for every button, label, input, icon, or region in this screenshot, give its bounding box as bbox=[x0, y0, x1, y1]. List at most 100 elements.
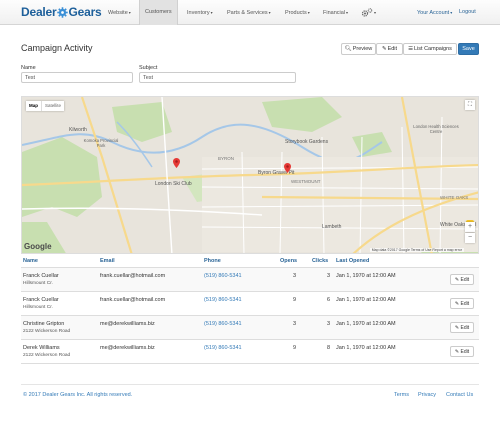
row-name: Derek Williams bbox=[23, 345, 60, 351]
footer-contact-link[interactable]: Contact Us bbox=[446, 392, 473, 398]
row-clicks: 6 bbox=[326, 297, 330, 303]
map-label-westmount: WESTMOUNT bbox=[291, 179, 321, 184]
map-canvas[interactable] bbox=[22, 97, 479, 254]
search-icon: 🔍︎ bbox=[344, 46, 352, 52]
caret-down-icon: ▾ bbox=[450, 10, 453, 15]
name-field[interactable]: Test bbox=[21, 72, 133, 83]
map-label-lambeth: Lambeth bbox=[322, 224, 342, 230]
pencil-icon: ✎ bbox=[454, 277, 460, 283]
your-account-link[interactable]: Your Account▾ bbox=[417, 0, 452, 25]
row-opens: 3 bbox=[292, 321, 296, 327]
nav-inventory[interactable]: Inventory▾ bbox=[187, 0, 213, 25]
map-label-komoka: Komoka Provincial Park bbox=[83, 138, 119, 148]
row-address: Hillsmount Cr. bbox=[23, 305, 53, 310]
brand-text-left: Dealer bbox=[21, 5, 57, 19]
map-label-london-ski: London Ski Club bbox=[155, 181, 192, 187]
map-pin-icon[interactable] bbox=[173, 158, 180, 168]
caret-down-icon: ▾ bbox=[210, 10, 213, 15]
table-row: Franck Cuellar Hillsmount Cr. frank.cuel… bbox=[21, 268, 479, 292]
pencil-icon: ✎ bbox=[454, 349, 460, 355]
row-phone[interactable]: (519) 860-5341 bbox=[204, 273, 242, 279]
map-tab-map[interactable]: Map bbox=[26, 101, 41, 111]
row-phone[interactable]: (519) 860-5341 bbox=[204, 297, 242, 303]
row-phone[interactable]: (519) 860-5341 bbox=[204, 321, 242, 327]
brand-text-right: Gears bbox=[68, 5, 102, 19]
row-last-opened: Jan 1, 1970 at 12:00 AM bbox=[336, 297, 396, 303]
nav-settings[interactable]: ▾ bbox=[361, 0, 376, 25]
row-last-opened: Jan 1, 1970 at 12:00 AM bbox=[336, 273, 396, 279]
row-address: 2122 Wickerson Road bbox=[23, 329, 71, 334]
caret-down-icon: ▾ bbox=[128, 10, 131, 15]
footer-privacy-link[interactable]: Privacy bbox=[418, 392, 436, 398]
preview-label: Preview bbox=[352, 46, 373, 52]
row-edit-button[interactable]: ✎ Edit bbox=[450, 322, 474, 333]
zoom-out-icon[interactable]: − bbox=[465, 233, 475, 243]
th-email[interactable]: Email bbox=[100, 258, 115, 264]
th-opens[interactable]: Opens bbox=[280, 258, 297, 264]
top-navbar: Dealer Gears Website▾ Customers Inventor… bbox=[0, 0, 500, 25]
th-clicks[interactable]: Clicks bbox=[312, 258, 328, 264]
nav-financial-label: Financial bbox=[323, 10, 346, 16]
nav-customers-label: Customers bbox=[145, 9, 172, 15]
row-edit-button[interactable]: ✎ Edit bbox=[450, 346, 474, 357]
nav-inventory-label: Inventory bbox=[187, 10, 210, 16]
row-opens: 9 bbox=[292, 297, 296, 303]
footer-divider bbox=[21, 384, 479, 385]
nav-website-label: Website bbox=[108, 10, 128, 16]
map-label-byron-road: BYRON bbox=[218, 156, 235, 161]
footer-terms-link[interactable]: Terms bbox=[394, 392, 409, 398]
edit-button[interactable]: ✎Edit bbox=[376, 43, 403, 55]
map-type-control[interactable]: Map Satellite bbox=[26, 101, 65, 111]
save-button[interactable]: Save bbox=[458, 43, 479, 55]
caret-down-icon: ▾ bbox=[346, 10, 349, 15]
map-pin-icon[interactable] bbox=[284, 163, 291, 173]
nav-website[interactable]: Website▾ bbox=[108, 0, 131, 25]
subject-label: Subject bbox=[139, 65, 158, 71]
row-clicks: 3 bbox=[326, 321, 330, 327]
row-phone[interactable]: (519) 860-5341 bbox=[204, 345, 242, 351]
row-address: 2122 Wickerson Road bbox=[23, 353, 71, 358]
pencil-icon: ✎ bbox=[454, 301, 460, 307]
fullscreen-icon[interactable]: ⛶ bbox=[465, 100, 475, 110]
th-name[interactable]: Name bbox=[23, 258, 38, 264]
row-edit-button[interactable]: ✎ Edit bbox=[450, 298, 474, 309]
nav-products-label: Products bbox=[285, 10, 307, 16]
row-edit-label: Edit bbox=[460, 277, 470, 283]
map-tab-satellite[interactable]: Satellite bbox=[41, 101, 64, 111]
row-edit-button[interactable]: ✎ Edit bbox=[450, 274, 474, 285]
footer-copyright: © 2017 Dealer Gears Inc. All rights rese… bbox=[23, 392, 133, 398]
map[interactable]: Map Satellite ⛶ Kilworth Komoka Provinci… bbox=[21, 96, 479, 254]
zoom-in-icon[interactable]: + bbox=[465, 222, 475, 232]
logout-link[interactable]: Logout bbox=[459, 0, 476, 25]
row-name: Christine Gripton bbox=[23, 321, 65, 327]
list-campaigns-button[interactable]: ☰List Campaigns bbox=[403, 43, 457, 55]
row-edit-label: Edit bbox=[460, 301, 470, 307]
name-label: Name bbox=[21, 65, 36, 71]
caret-down-icon: ▾ bbox=[307, 10, 310, 15]
row-email: me@derekwilliams.biz bbox=[100, 321, 155, 327]
map-label-white-oaks: WHITE OAKS bbox=[440, 195, 469, 200]
edit-label: Edit bbox=[387, 46, 398, 52]
table-row: Franck Cuellar Hillsmount Cr. frank.cuel… bbox=[21, 292, 479, 316]
row-name: Franck Cuellar bbox=[23, 297, 59, 303]
th-last-opened[interactable]: Last Opened bbox=[336, 258, 369, 264]
nav-customers[interactable]: Customers bbox=[139, 0, 178, 25]
map-label-storybook: Storybook Gardens bbox=[285, 139, 329, 145]
row-edit-label: Edit bbox=[460, 325, 470, 331]
row-opens: 3 bbox=[292, 273, 296, 279]
row-email: me@derekwilliams.biz bbox=[100, 345, 155, 351]
row-clicks: 8 bbox=[326, 345, 330, 351]
row-last-opened: Jan 1, 1970 at 12:00 AM bbox=[336, 321, 396, 327]
nav-financial[interactable]: Financial▾ bbox=[323, 0, 348, 25]
pencil-icon: ✎ bbox=[381, 46, 387, 52]
nav-products[interactable]: Products▾ bbox=[285, 0, 310, 25]
brand-logo[interactable]: Dealer Gears bbox=[21, 5, 102, 19]
map-attribution: Map data ©2017 Google Terms of Use Repor… bbox=[369, 248, 464, 252]
preview-button[interactable]: 🔍︎Preview bbox=[341, 43, 376, 55]
your-account-label: Your Account bbox=[417, 10, 450, 16]
th-phone[interactable]: Phone bbox=[204, 258, 221, 264]
nav-parts-services[interactable]: Parts & Services▾ bbox=[227, 0, 271, 25]
page-title: Campaign Activity bbox=[21, 43, 93, 53]
row-edit-label: Edit bbox=[460, 349, 470, 355]
subject-field[interactable]: Test bbox=[139, 72, 296, 83]
